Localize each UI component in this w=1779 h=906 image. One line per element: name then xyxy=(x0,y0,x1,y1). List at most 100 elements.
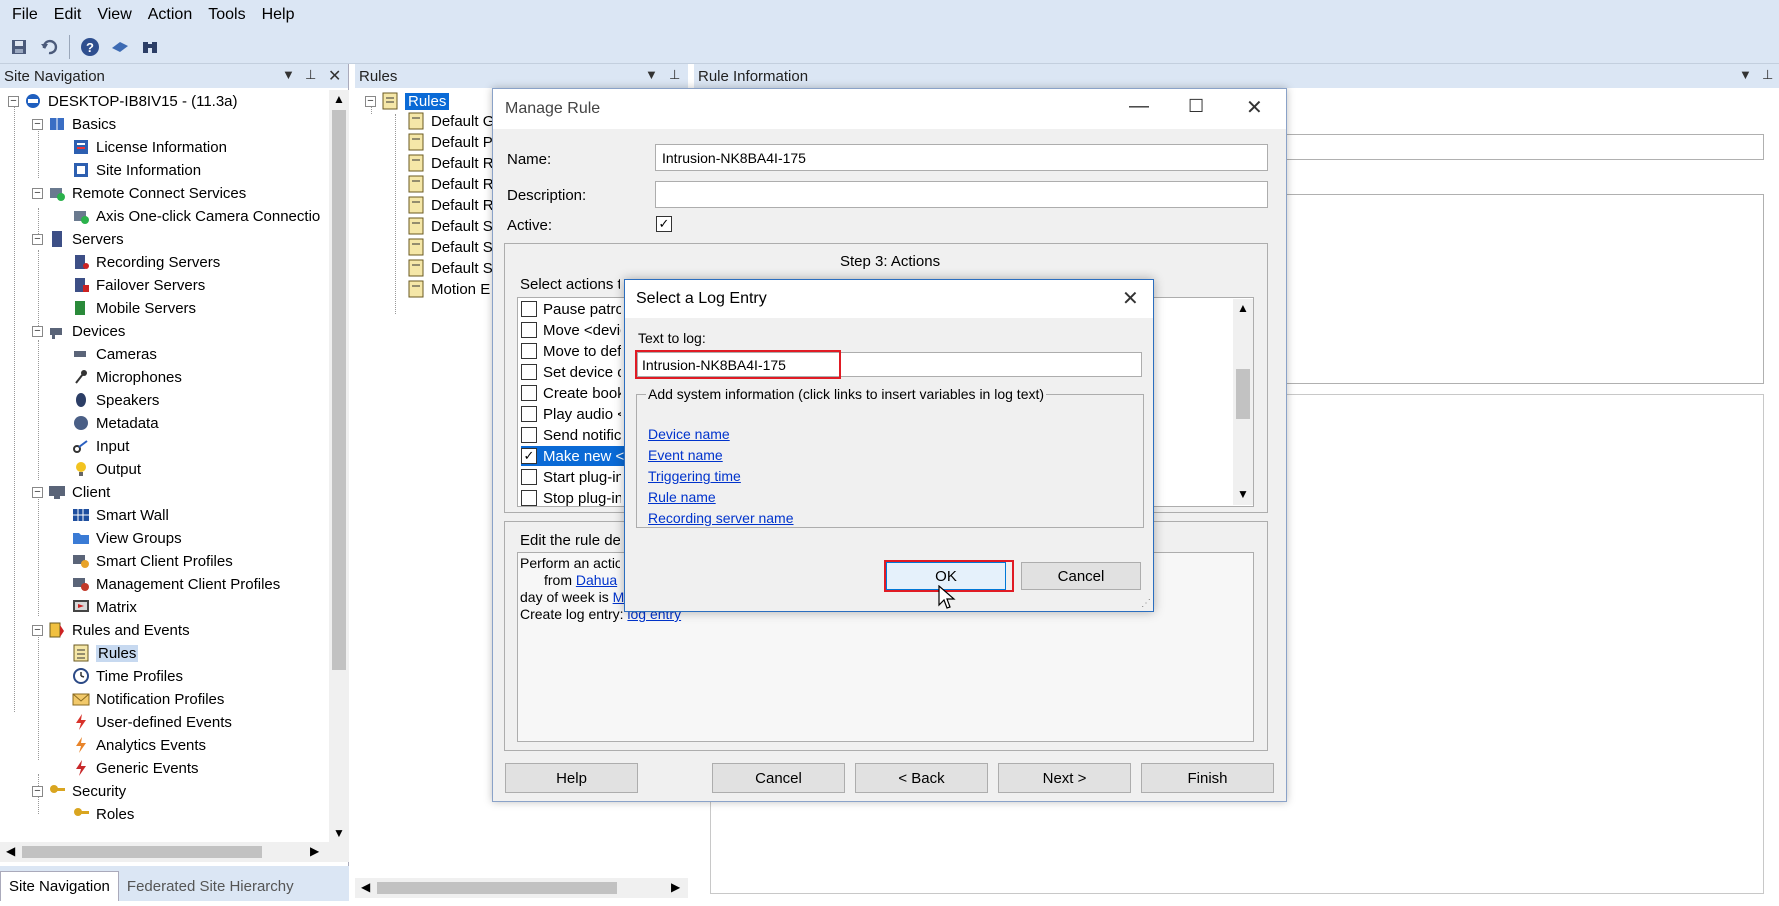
rule-item[interactable]: Default P xyxy=(407,131,493,153)
tree-root[interactable]: DESKTOP-IB8IV15 - (11.3a) xyxy=(24,90,238,112)
scroll-right-icon[interactable]: ▶ xyxy=(671,880,680,894)
menu-view[interactable]: View xyxy=(89,6,139,24)
tree-basics[interactable]: Basics xyxy=(48,113,116,135)
tree-time-profiles[interactable]: Time Profiles xyxy=(72,665,183,687)
recording-server-name-link[interactable]: Recording server name xyxy=(648,510,794,526)
rule-item[interactable]: Default S xyxy=(407,236,493,258)
scroll-left-icon[interactable]: ◀ xyxy=(6,844,15,858)
tree-client[interactable]: Client xyxy=(48,481,110,503)
scroll-down-icon[interactable]: ▼ xyxy=(1237,487,1249,501)
scroll-thumb[interactable] xyxy=(377,882,617,894)
tree-failover-servers[interactable]: Failover Servers xyxy=(72,274,205,296)
device-name-link[interactable]: Device name xyxy=(648,426,730,442)
tree-devices[interactable]: Devices xyxy=(48,320,125,342)
action-set-device[interactable]: Set device o xyxy=(521,362,621,382)
tree-axis-one-click[interactable]: Axis One-click Camera Connectio xyxy=(72,205,320,227)
scroll-down-icon[interactable]: ▼ xyxy=(333,826,345,840)
action-start-plugin[interactable]: Start plug-in xyxy=(521,467,621,487)
menu-file[interactable]: File xyxy=(4,6,46,24)
rule-item[interactable]: Default G xyxy=(407,110,494,132)
tree-generic-events[interactable]: Generic Events xyxy=(72,757,199,779)
maximize-icon[interactable]: ☐ xyxy=(1188,96,1204,117)
scroll-thumb[interactable] xyxy=(22,846,262,858)
rule-name-link[interactable]: Rule name xyxy=(648,489,716,505)
rule-item[interactable]: Default S xyxy=(407,257,493,279)
tree-matrix[interactable]: Matrix xyxy=(72,596,137,618)
tree-smart-wall[interactable]: Smart Wall xyxy=(72,504,169,526)
description-field[interactable] xyxy=(655,181,1268,208)
pin-icon[interactable]: ⊥ xyxy=(669,67,680,83)
close-icon[interactable]: ✕ xyxy=(1122,286,1139,311)
close-icon[interactable]: ✕ xyxy=(328,66,341,86)
tree-metadata[interactable]: Metadata xyxy=(72,412,159,434)
menu-edit[interactable]: Edit xyxy=(46,6,90,24)
actions-scrollbar[interactable]: ▲ ▼ xyxy=(1233,299,1253,505)
tree-rules[interactable]: Rules xyxy=(72,642,139,664)
rule-item[interactable]: Default R xyxy=(407,173,494,195)
tree-roles[interactable]: Roles xyxy=(72,803,134,825)
tab-federated-site-hierarchy[interactable]: Federated Site Hierarchy xyxy=(119,872,302,901)
day-of-week-link[interactable]: M xyxy=(613,589,625,605)
cancel-button[interactable]: Cancel xyxy=(712,763,845,793)
tree-analytics-events[interactable]: Analytics Events xyxy=(72,734,206,756)
action-make-new-log[interactable]: ✓ Make new <l xyxy=(521,446,625,466)
menu-help[interactable]: Help xyxy=(254,6,303,24)
tab-site-navigation[interactable]: Site Navigation xyxy=(0,871,119,901)
rules-root[interactable]: Rules xyxy=(381,90,450,112)
binoculars-icon[interactable] xyxy=(137,34,163,60)
tree-output[interactable]: Output xyxy=(72,458,141,480)
tree-site-information[interactable]: Site Information xyxy=(72,159,201,181)
rule-item[interactable]: Default R xyxy=(407,152,494,174)
tree-input[interactable]: Input xyxy=(72,435,129,457)
action-send-notification[interactable]: Send notifica xyxy=(521,425,621,445)
action-play-audio[interactable]: Play audio < xyxy=(521,404,621,424)
chevron-down-icon[interactable]: ▼ xyxy=(645,67,658,82)
minimize-icon[interactable]: — xyxy=(1129,95,1149,118)
site-navigation-vertical-scrollbar[interactable]: ▲ ▼ xyxy=(329,90,349,842)
chevron-down-icon[interactable]: ▼ xyxy=(282,67,295,82)
action-move-to-default[interactable]: Move to defa xyxy=(521,341,621,361)
triggering-time-link[interactable]: Triggering time xyxy=(648,468,741,484)
action-stop-plugin[interactable]: Stop plug-in xyxy=(521,488,621,508)
action-move-device[interactable]: Move <devic xyxy=(521,320,621,340)
scroll-right-icon[interactable]: ▶ xyxy=(310,844,319,858)
pin-icon[interactable]: ⊥ xyxy=(1762,67,1773,83)
finish-button[interactable]: Finish xyxy=(1141,763,1274,793)
dahua-link[interactable]: Dahua xyxy=(576,572,617,588)
tree-remote-connect-services[interactable]: Remote Connect Services xyxy=(48,182,246,204)
tree-servers[interactable]: Servers xyxy=(48,228,124,250)
tree-cameras[interactable]: Cameras xyxy=(72,343,157,365)
name-field[interactable]: Intrusion-NK8BA4I-175 xyxy=(655,144,1268,171)
tree-rules-and-events[interactable]: Rules and Events xyxy=(48,619,190,641)
rules-horizontal-scrollbar[interactable]: ◀ ▶ xyxy=(355,878,688,898)
rule-item[interactable]: Motion E xyxy=(407,278,490,300)
tree-user-defined-events[interactable]: User-defined Events xyxy=(72,711,232,733)
cancel-button[interactable]: Cancel xyxy=(1021,562,1141,590)
action-pause-patrol[interactable]: Pause patrol xyxy=(521,299,621,319)
tree-smart-client-profiles[interactable]: Smart Client Profiles xyxy=(72,550,233,572)
scroll-left-icon[interactable]: ◀ xyxy=(361,880,370,894)
scroll-up-icon[interactable]: ▲ xyxy=(333,92,345,106)
menu-action[interactable]: Action xyxy=(140,6,200,24)
pin-icon[interactable]: ⊥ xyxy=(305,67,316,83)
tree-recording-servers[interactable]: Recording Servers xyxy=(72,251,220,273)
event-name-link[interactable]: Event name xyxy=(648,447,723,463)
tree-license-information[interactable]: License Information xyxy=(72,136,227,158)
scroll-up-icon[interactable]: ▲ xyxy=(1237,301,1249,315)
chevron-down-icon[interactable]: ▼ xyxy=(1739,67,1752,82)
close-icon[interactable]: ✕ xyxy=(1246,95,1263,120)
help-button[interactable]: Help xyxy=(505,763,638,793)
tree-security[interactable]: Security xyxy=(48,780,126,802)
next-button[interactable]: Next > xyxy=(998,763,1131,793)
site-navigation-horizontal-scrollbar[interactable]: ◀ ▶ xyxy=(0,842,349,862)
rule-item[interactable]: Default R xyxy=(407,194,494,216)
save-icon[interactable] xyxy=(6,34,32,60)
rule-item[interactable]: Default S xyxy=(407,215,493,237)
menu-tools[interactable]: Tools xyxy=(200,6,253,24)
tree-microphones[interactable]: Microphones xyxy=(72,366,182,388)
action-create-bookmark[interactable]: Create bookr xyxy=(521,383,621,403)
tree-mobile-servers[interactable]: Mobile Servers xyxy=(72,297,196,319)
tree-speakers[interactable]: Speakers xyxy=(72,389,159,411)
back-button[interactable]: < Back xyxy=(855,763,988,793)
scroll-thumb[interactable] xyxy=(332,110,346,670)
